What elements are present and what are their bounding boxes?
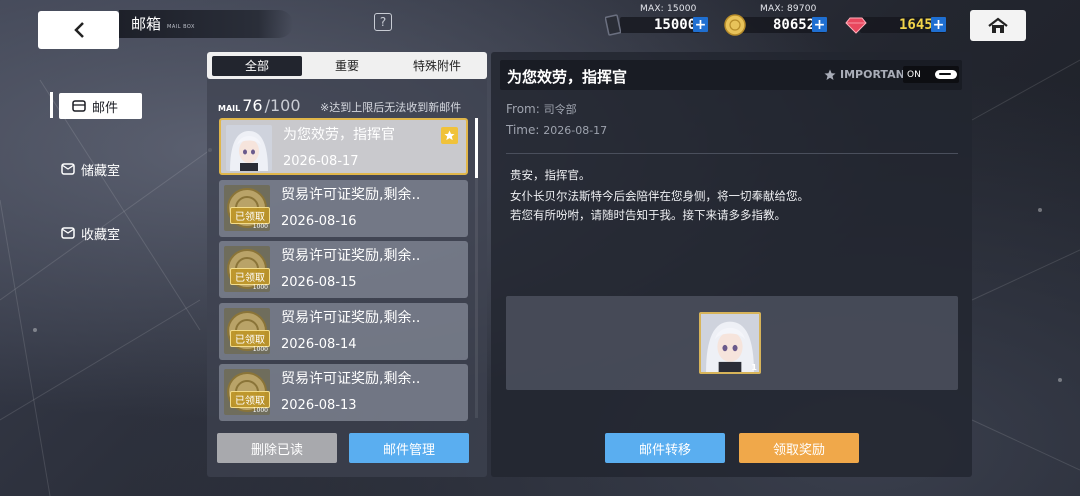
reward-amount: 1000 [252,284,268,291]
resource-coin-value: 80652 [773,17,816,33]
home-icon [988,17,1008,33]
mail-list-item[interactable]: 已领取 1000 贸易许可证奖励,剩余.. 2026-08-15 [219,241,468,298]
back-button[interactable] [38,11,119,49]
mail-manage-button[interactable]: 邮件管理 [349,433,469,463]
sidebar-item-label: 收藏室 [81,227,121,243]
sidebar-item-collection[interactable]: 收藏室 [58,220,142,246]
star-icon [824,69,836,80]
mail-subject: 贸易许可证奖励,剩余.. [281,371,421,387]
delete-read-button[interactable]: 删除已读 [217,433,337,463]
from-label: From: [506,102,540,116]
mail-icon [61,227,75,239]
add-coin-button[interactable]: + [812,17,827,33]
mail-icon [72,100,86,112]
attachment-count: 1 [751,363,757,372]
mail-body-line: 若您有所吩咐，请随时告知于我。接下来请多多指教。 [510,208,786,222]
toggle-label: ON [907,69,921,80]
claimed-badge: 已领取 [230,268,270,285]
tab-important[interactable]: 重要 [302,56,392,76]
mail-count-max: /100 [264,96,301,115]
mail-subject: 为您效劳，指挥官 [283,127,395,143]
mail-limit-note: ※达到上限后无法收到新邮件 [320,101,462,114]
character-portrait [226,125,272,171]
from-value: 司令部 [543,103,577,116]
coin-reward-icon: 已领取 1000 [224,308,270,354]
mail-from: From: 司令部 [506,101,577,117]
chevron-left-icon [73,22,84,38]
mail-body-line: 贵安，指挥官。 [510,168,591,182]
mail-date: 2026-08-17 [283,154,359,169]
mail-date: 2026-08-13 [281,398,357,413]
sidebar-active-marker [50,92,53,118]
gem-icon [845,17,867,34]
add-gem-button[interactable]: + [931,17,946,33]
mail-filter-tabs: 全部 重要 特殊附件 [207,52,487,79]
character-portrait [701,314,759,372]
add-stamina-button[interactable]: + [693,17,708,33]
reward-amount: 1000 [252,346,268,353]
help-icon[interactable]: ? [374,13,392,31]
mail-list-item[interactable]: 已领取 1000 贸易许可证奖励,剩余.. 2026-08-14 [219,303,468,360]
mail-count-label: MAIL [218,104,241,113]
important-text: IMPORTANT [840,68,913,81]
time-value: 2026-08-17 [543,124,608,137]
claimed-badge: 已领取 [230,391,270,408]
divider [506,153,958,154]
mail-count-value: 76 [242,96,263,115]
mail-time: Time: 2026-08-17 [506,123,607,137]
mail-subject: 贸易许可证奖励,剩余.. [281,187,421,203]
mail-detail-title: 为您效劳，指挥官 [507,68,628,86]
coin-reward-icon: 已领取 1000 [224,246,270,292]
sidebar-item-label: 储藏室 [81,163,121,179]
mail-subject: 贸易许可证奖励,剩余.. [281,310,421,326]
resource-stamina-max: MAX: 15000 [640,4,697,14]
sidebar-item-label: 邮件 [92,100,119,116]
mail-date: 2026-08-14 [281,337,357,352]
tab-all[interactable]: 全部 [212,55,302,76]
mail-icon [61,163,75,175]
page-subtitle: MAIL BOX [167,24,195,30]
star-icon [441,127,458,144]
toggle-knob [935,70,957,79]
claimed-badge: 已领取 [230,207,270,224]
card-icon [605,14,621,36]
claimed-badge: 已领取 [230,330,270,347]
page-title: 邮箱 [131,15,162,33]
mail-count: MAIL 76 /100 [218,96,301,115]
mail-list-item[interactable]: 已领取 1000 贸易许可证奖励,剩余.. 2026-08-13 [219,364,468,421]
tab-special-attachment[interactable]: 特殊附件 [392,56,482,76]
reward-amount: 1000 [252,407,268,414]
mail-list-scroll-thumb[interactable] [475,118,478,178]
claim-reward-button[interactable]: 领取奖励 [739,433,859,463]
sidebar-item-mail[interactable]: 邮件 [59,93,142,119]
coin-icon [724,14,746,36]
mail-list-item[interactable]: 已领取 1000 贸易许可证奖励,剩余.. 2026-08-16 [219,180,468,237]
important-label: IMPORTANT [824,68,912,81]
mail-transfer-button[interactable]: 邮件转移 [605,433,725,463]
mail-subject: 贸易许可证奖励,剩余.. [281,248,421,264]
resource-gem-value: 1645 [899,17,933,33]
important-toggle[interactable]: ON [903,66,959,83]
mail-date: 2026-08-16 [281,214,357,229]
attachment-item[interactable]: 1 [699,312,761,374]
sidebar-item-storage[interactable]: 储藏室 [58,156,142,182]
reward-amount: 1000 [252,223,268,230]
coin-reward-icon: 已领取 1000 [224,185,270,231]
coin-reward-icon: 已领取 1000 [224,369,270,415]
home-button[interactable] [970,10,1026,41]
resource-coin-max: MAX: 89700 [760,4,817,14]
time-label: Time: [506,123,540,137]
resource-stamina-value: 15000 [654,17,697,33]
mail-date: 2026-08-15 [281,275,357,290]
mail-list-item[interactable]: 为您效劳，指挥官 2026-08-17 [219,118,468,175]
